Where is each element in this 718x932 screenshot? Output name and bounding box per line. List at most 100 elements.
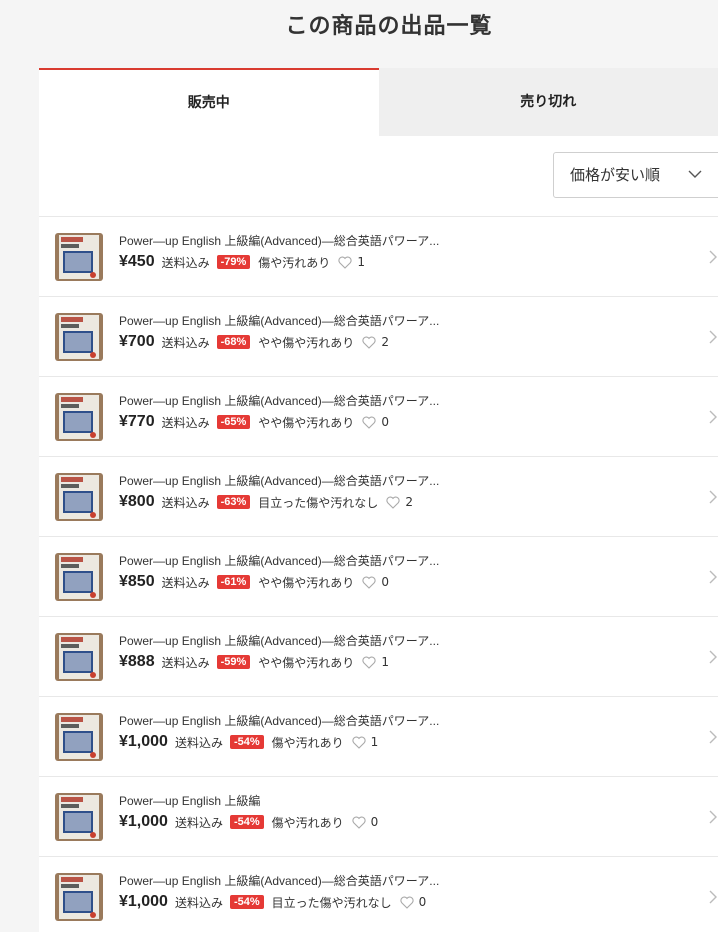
- book-thumbnail-image: [55, 633, 103, 681]
- chevron-right-icon: [709, 730, 717, 744]
- book-thumbnail-image: [55, 313, 103, 361]
- like-count: 2: [381, 335, 389, 349]
- chevron-right-icon: [709, 490, 717, 504]
- shipping-label: 送料込み: [161, 575, 210, 590]
- list-item[interactable]: Power—up English 上級編(Advanced)—総合英語パワーア.…: [39, 697, 718, 777]
- sort-row: 価格が安い順: [39, 136, 718, 217]
- like-count: 1: [381, 655, 389, 669]
- list-item[interactable]: Power—up English 上級編(Advanced)—総合英語パワーア.…: [39, 857, 718, 932]
- shipping-label: 送料込み: [161, 655, 210, 670]
- discount-badge: -59%: [216, 655, 251, 669]
- item-condition: 傷や汚れあり: [271, 735, 344, 750]
- like-count: 0: [370, 815, 379, 829]
- like-count: 0: [381, 575, 389, 589]
- list-item[interactable]: Power—up English 上級編(Advanced)—総合英語パワーア.…: [39, 217, 718, 297]
- item-title: Power—up English 上級編(Advanced)—総合英語パワーア.…: [119, 474, 440, 488]
- page-title: この商品の出品一覧: [285, 14, 493, 39]
- item-meta: ¥800 送料込み -63% 目立った傷や汚れなし 2: [119, 493, 413, 511]
- item-meta: ¥888 送料込み -59% やや傷や汚れあり 1: [119, 653, 389, 671]
- discount-badge: -68%: [216, 335, 251, 349]
- like-count: 0: [418, 895, 427, 909]
- book-thumbnail-image: [55, 793, 103, 841]
- like-count: 1: [370, 735, 379, 749]
- book-thumbnail-image: [55, 393, 103, 441]
- item-title: Power—up English 上級編(Advanced)—総合英語パワーア.…: [119, 634, 440, 648]
- item-meta: ¥700 送料込み -68% やや傷や汚れあり 2: [119, 333, 389, 351]
- item-price: ¥800: [119, 493, 155, 510]
- discount-badge: -65%: [216, 415, 251, 429]
- item-title: Power—up English 上級編(Advanced)—総合英語パワーア.…: [119, 394, 440, 408]
- shipping-label: 送料込み: [161, 415, 210, 430]
- discount-badge: -54%: [229, 895, 264, 909]
- status-tabs: 販売中 売り切れ: [39, 68, 718, 136]
- item-price: ¥770: [119, 413, 155, 430]
- book-thumbnail-image: [55, 233, 103, 281]
- list-item[interactable]: Power—up English 上級編(Advanced)—総合英語パワーア.…: [39, 617, 718, 697]
- item-condition: 目立った傷や汚れなし: [258, 495, 379, 510]
- shipping-label: 送料込み: [174, 735, 223, 750]
- discount-badge: -63%: [216, 495, 251, 509]
- discount-badge: -79%: [216, 255, 251, 269]
- book-thumbnail-image: [55, 473, 103, 521]
- item-price: ¥450: [119, 253, 155, 270]
- item-title: Power—up English 上級編(Advanced)—総合英語パワーア.…: [119, 234, 440, 248]
- listing-panel: 販売中 売り切れ 価格が安い順 Power—up English 上級編(Adv…: [39, 68, 718, 932]
- like-count: 1: [357, 255, 365, 269]
- list-item[interactable]: Power—up English 上級編(Advanced)—総合英語パワーア.…: [39, 537, 718, 617]
- chevron-right-icon: [709, 330, 717, 344]
- item-price: ¥888: [119, 653, 155, 670]
- item-condition: 傷や汚れあり: [271, 815, 344, 830]
- item-price: ¥850: [119, 573, 155, 590]
- chevron-right-icon: [709, 570, 717, 584]
- heart-icon: [362, 416, 376, 429]
- discount-badge: -54%: [229, 815, 264, 829]
- chevron-right-icon: [709, 890, 717, 904]
- chevron-right-icon: [709, 650, 717, 664]
- item-price: ¥1,000: [119, 733, 168, 750]
- book-thumbnail-image: [55, 713, 103, 761]
- list-item[interactable]: Power—up English 上級編(Advanced)—総合英語パワーア.…: [39, 457, 718, 537]
- heart-icon: [362, 576, 376, 589]
- item-condition: 傷や汚れあり: [258, 255, 331, 270]
- book-thumbnail-image: [55, 873, 103, 921]
- heart-icon: [352, 736, 366, 749]
- heart-icon: [338, 256, 352, 269]
- heart-icon: [362, 336, 376, 349]
- tab-sold-out[interactable]: 売り切れ: [378, 68, 718, 136]
- item-condition: やや傷や汚れあり: [258, 575, 355, 590]
- chevron-right-icon: [709, 250, 717, 264]
- heart-icon: [352, 816, 366, 829]
- shipping-label: 送料込み: [161, 335, 210, 350]
- discount-badge: -61%: [216, 575, 251, 589]
- item-list: Power—up English 上級編(Advanced)—総合英語パワーア.…: [39, 217, 718, 932]
- item-meta: ¥1,000 送料込み -54% 傷や汚れあり 0: [119, 813, 378, 831]
- item-title: Power—up English 上級編(Advanced)—総合英語パワーア.…: [119, 874, 440, 888]
- like-count: 0: [381, 415, 389, 429]
- list-item[interactable]: Power—up English 上級編(Advanced)—総合英語パワーア.…: [39, 297, 718, 377]
- item-title: Power—up English 上級編(Advanced)—総合英語パワーア.…: [119, 554, 440, 568]
- sort-select-value: 価格が安い順: [570, 166, 661, 184]
- item-condition: 目立った傷や汚れなし: [271, 895, 392, 910]
- book-thumbnail-image: [55, 553, 103, 601]
- chevron-right-icon: [709, 410, 717, 424]
- chevron-down-icon: [688, 170, 702, 178]
- item-meta: ¥450 送料込み -79% 傷や汚れあり 1: [119, 253, 365, 271]
- list-item[interactable]: Power—up English 上級編 ¥1,000 送料込み -54% 傷や…: [39, 777, 718, 857]
- item-price: ¥700: [119, 333, 155, 350]
- item-title: Power—up English 上級編: [119, 794, 261, 808]
- heart-icon: [400, 896, 414, 909]
- sort-select[interactable]: 価格が安い順: [553, 152, 718, 198]
- item-title: Power—up English 上級編(Advanced)—総合英語パワーア.…: [119, 714, 440, 728]
- item-price: ¥1,000: [119, 893, 168, 910]
- item-condition: やや傷や汚れあり: [258, 655, 355, 670]
- shipping-label: 送料込み: [174, 895, 223, 910]
- chevron-right-icon: [709, 810, 717, 824]
- item-condition: やや傷や汚れあり: [258, 335, 355, 350]
- shipping-label: 送料込み: [174, 815, 223, 830]
- tab-on-sale[interactable]: 販売中: [39, 68, 379, 136]
- shipping-label: 送料込み: [161, 495, 210, 510]
- item-meta: ¥1,000 送料込み -54% 目立った傷や汚れなし 0: [119, 893, 426, 911]
- like-count: 2: [405, 495, 413, 509]
- list-item[interactable]: Power—up English 上級編(Advanced)—総合英語パワーア.…: [39, 377, 718, 457]
- item-price: ¥1,000: [119, 813, 168, 830]
